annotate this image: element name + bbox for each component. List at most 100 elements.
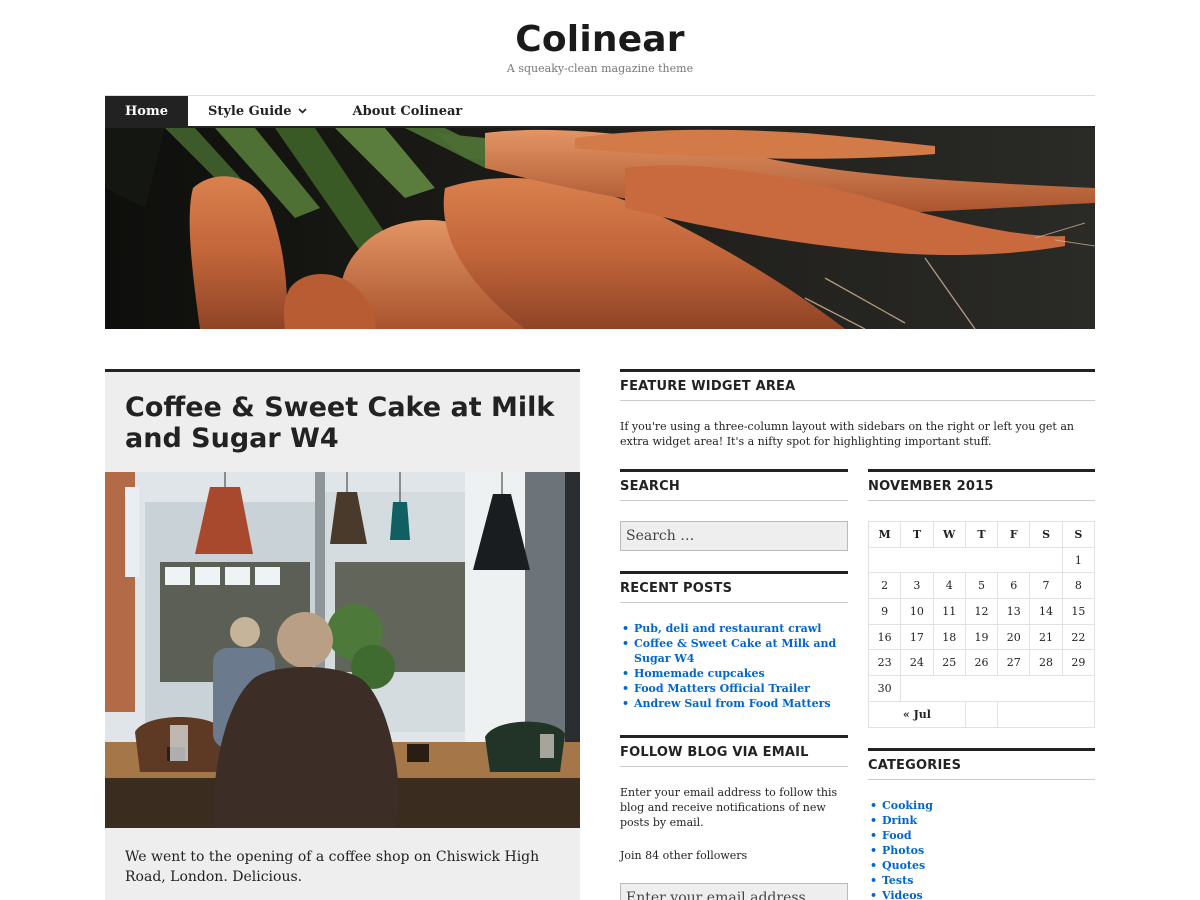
calendar-week: 2 3 4 5 6 7 8: [867, 572, 1096, 600]
recent-post-label: Coffee & Sweet Cake at Milk and Sugar W4: [634, 637, 837, 665]
calendar-day: 9: [867, 598, 902, 625]
recent-post-label: Homemade cupcakes: [634, 667, 765, 680]
recent-post-link[interactable]: Coffee & Sweet Cake at Milk and Sugar W4: [620, 636, 848, 666]
recent-post-link[interactable]: Pub, deli and restaurant crawl: [620, 621, 848, 636]
calendar-day: 24: [900, 649, 934, 677]
feature-widget: FEATURE WIDGET AREA If you're using a th…: [620, 369, 1095, 449]
weekday: S: [1061, 521, 1096, 548]
nav-item-about[interactable]: About Colinear: [333, 96, 483, 127]
email-field[interactable]: Enter your email address: [620, 883, 848, 900]
recent-posts-list: Pub, deli and restaurant crawl Coffee & …: [620, 621, 848, 711]
calendar-day: 15: [1061, 598, 1096, 625]
calendar-pad: [868, 546, 1063, 574]
calendar-day: 11: [932, 598, 966, 625]
nav-item-home[interactable]: Home: [105, 96, 188, 127]
recent-post-link[interactable]: Food Matters Official Trailer: [620, 681, 848, 696]
calendar-day: 19: [964, 623, 999, 651]
categories-widget: CATEGORIES Cooking Drink Food Photos Quo…: [868, 747, 1095, 900]
follow-widget: FOLLOW BLOG VIA EMAIL Enter your email a…: [620, 735, 848, 900]
category-label: Photos: [882, 843, 925, 857]
category-link[interactable]: Videos: [868, 888, 1095, 900]
calendar-day: 16: [867, 623, 902, 651]
calendar-day: 30: [867, 675, 902, 702]
recent-post-link[interactable]: Andrew Saul from Food Matters: [620, 696, 848, 711]
recent-post-label: Pub, deli and restaurant crawl: [634, 622, 822, 635]
calendar-day: 2: [867, 572, 902, 600]
calendar-day: 10: [900, 598, 934, 625]
calendar-day: 8: [1061, 572, 1096, 600]
feature-widget-title: FEATURE WIDGET AREA: [620, 369, 1095, 401]
calendar-week: 23 24 25 26 27 28 29: [867, 649, 1096, 677]
main-navigation: Home Style Guide About Colinear: [105, 95, 1095, 128]
weekday: T: [964, 521, 999, 548]
calendar-week: 9 10 11 12 13 14 15: [867, 598, 1096, 625]
calendar-widget: NOVEMBER 2015 M T W T F S S 1 2 3 4 5 6 …: [867, 469, 1096, 728]
calendar-day: 5: [964, 572, 999, 600]
category-link[interactable]: Drink: [868, 813, 1095, 828]
calendar-week: 16 17 18 19 20 21 22: [867, 623, 1096, 651]
calendar-day: 7: [1029, 572, 1063, 600]
category-link[interactable]: Cooking: [868, 798, 1095, 813]
calendar-day: 20: [997, 623, 1031, 651]
sidebar-right: NOVEMBER 2015 M T W T F S S 1 2 3 4 5 6 …: [867, 469, 1096, 900]
category-link[interactable]: Tests: [868, 873, 1095, 888]
calendar-day: 12: [964, 598, 999, 625]
category-link[interactable]: Quotes: [868, 858, 1095, 873]
calendar-day: 4: [932, 572, 966, 600]
calendar-day: 29: [1061, 649, 1096, 677]
followers-count: Join 84 other followers: [620, 849, 748, 862]
calendar-nav: « Jul: [868, 700, 1095, 728]
header-image: [105, 128, 1095, 329]
search-widget-title: SEARCH: [620, 469, 848, 501]
recent-post-label: Andrew Saul from Food Matters: [634, 697, 831, 710]
follow-widget-text: Enter your email address to follow this …: [620, 786, 838, 829]
category-label: Cooking: [882, 798, 933, 812]
calendar-week: 1: [868, 546, 1096, 574]
nav-item-style-guide[interactable]: Style Guide: [188, 96, 327, 127]
calendar-day: 26: [964, 649, 999, 677]
weekday: T: [900, 521, 934, 548]
recent-posts-title: RECENT POSTS: [620, 571, 848, 603]
calendar-title: NOVEMBER 2015: [868, 469, 1095, 501]
calendar-pad: [964, 700, 999, 728]
calendar-prev-link[interactable]: « Jul: [868, 700, 966, 728]
calendar-day: 23: [867, 649, 902, 677]
weekday: S: [1029, 521, 1063, 548]
nav-about-label: About Colinear: [352, 103, 463, 119]
sidebar-left: SEARCH Search … RECENT POSTS Pub, deli a…: [620, 469, 848, 900]
coffee-shop-photo: [105, 472, 580, 828]
calendar-day: 27: [997, 649, 1031, 677]
calendar-day: 25: [932, 649, 966, 677]
recent-post-label: Food Matters Official Trailer: [634, 682, 810, 695]
calendar-day: 1: [1061, 546, 1096, 574]
featured-post: Coffee & Sweet Cake at Milk and Sugar W4: [105, 369, 580, 900]
calendar-week: 30: [867, 675, 1095, 702]
post-title[interactable]: Coffee & Sweet Cake at Milk and Sugar W4: [105, 372, 580, 472]
site-header: Colinear A squeaky-clean magazine theme: [0, 0, 1200, 76]
category-link[interactable]: Food: [868, 828, 1095, 843]
recent-post-link[interactable]: Homemade cupcakes: [620, 666, 848, 681]
search-input[interactable]: Search …: [620, 521, 848, 551]
recent-posts-widget: RECENT POSTS Pub, deli and restaurant cr…: [620, 571, 848, 711]
calendar-day: 6: [997, 572, 1031, 600]
weekday: W: [932, 521, 966, 548]
site-title[interactable]: Colinear: [0, 20, 1200, 60]
category-label: Videos: [882, 888, 923, 900]
calendar-day: 17: [900, 623, 934, 651]
chevron-down-icon: [297, 97, 307, 127]
categories-title: CATEGORIES: [868, 747, 1095, 780]
calendar-day: 21: [1029, 623, 1063, 651]
calendar-pad: [900, 675, 1095, 702]
category-link[interactable]: Photos: [868, 843, 1095, 858]
category-label: Drink: [882, 813, 918, 827]
weekday: F: [997, 521, 1031, 548]
calendar-day: 22: [1061, 623, 1096, 651]
category-label: Tests: [882, 873, 914, 887]
calendar-day: 14: [1029, 598, 1063, 625]
feature-widget-text: If you're using a three-column layout wi…: [620, 420, 1074, 448]
calendar-day: 18: [932, 623, 966, 651]
post-excerpt: We went to the opening of a coffee shop …: [125, 849, 540, 885]
post-image[interactable]: [105, 472, 580, 828]
search-widget: SEARCH Search …: [620, 469, 848, 551]
nav-style-guide-label: Style Guide: [207, 103, 292, 119]
